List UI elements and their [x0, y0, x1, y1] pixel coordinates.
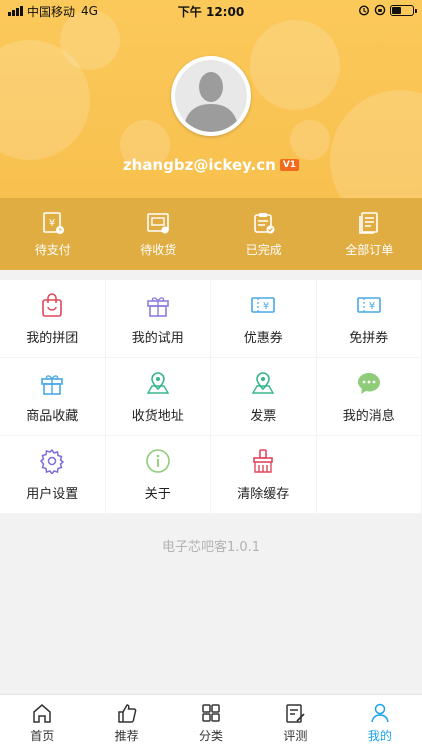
chat-icon: [357, 372, 380, 394]
menu-label: 我的试用: [131, 330, 184, 346]
bottom-tab-bar: 首页 推荐 分类 评测 我的: [0, 694, 422, 750]
menu-favorites[interactable]: 商品收藏: [0, 358, 106, 436]
vip-level-badge: V1: [279, 159, 300, 171]
shopping-bag-icon: [42, 292, 63, 317]
menu-label: 关于: [144, 486, 171, 502]
order-status-bar: ¥ 待支付 待收货 已完成 全部订单: [0, 198, 422, 270]
tab-review[interactable]: 评测: [253, 695, 337, 750]
order-pending-payment[interactable]: ¥ 待支付: [0, 198, 106, 270]
menu-shipping-address[interactable]: 收货地址: [105, 358, 211, 436]
menu-my-trial[interactable]: 我的试用: [105, 280, 211, 358]
status-bar: 中国移动 4G 下午 12:00: [0, 0, 422, 22]
default-avatar-icon: [175, 60, 247, 132]
gift-box-icon: [41, 374, 64, 395]
svg-text:¥: ¥: [49, 218, 55, 229]
coupon-icon: ¥: [251, 296, 276, 313]
menu-free-group-coupons[interactable]: ¥ 免拼券: [316, 280, 422, 358]
tab-label: 分类: [199, 728, 224, 743]
menu-label: 我的消息: [342, 408, 395, 424]
broom-icon: [253, 448, 274, 473]
alarm-icon: [358, 5, 370, 16]
user-email: zhangbz@ickey.cn: [122, 156, 276, 174]
review-icon: [286, 703, 306, 723]
svg-text:¥: ¥: [263, 301, 269, 312]
menu-user-settings[interactable]: 用户设置: [0, 436, 106, 514]
menu-clear-cache[interactable]: 清除缓存: [211, 436, 317, 514]
menu-about[interactable]: 关于: [105, 436, 211, 514]
map-pin-icon: [252, 371, 275, 394]
gear-icon: [40, 448, 65, 474]
menu-label: 收货地址: [131, 408, 184, 424]
user-icon: [371, 703, 389, 722]
avatar[interactable]: [171, 56, 251, 136]
menu-label: 用户设置: [26, 486, 79, 502]
menu-label: 商品收藏: [26, 408, 79, 424]
order-all[interactable]: 全部订单: [317, 198, 422, 270]
receive-icon: [147, 212, 170, 233]
order-label: 待收货: [140, 242, 177, 257]
menu-group-buy[interactable]: 我的拼团: [0, 280, 106, 358]
tab-mine[interactable]: 我的: [338, 695, 422, 750]
tab-label: 我的: [367, 728, 392, 743]
order-label: 已完成: [245, 242, 282, 257]
menu-empty-cell: [316, 436, 422, 514]
menu-label: 清除缓存: [237, 486, 290, 502]
all-orders-icon: [359, 211, 379, 234]
menu-coupons[interactable]: ¥ 优惠券: [211, 280, 317, 358]
menu-invoice[interactable]: 发票: [211, 358, 317, 436]
thumbs-up-icon: [117, 703, 136, 723]
home-icon: [33, 703, 51, 723]
coupon-icon: ¥: [356, 296, 381, 313]
info-icon: [145, 448, 170, 473]
payment-icon: ¥: [42, 211, 64, 234]
category-grid-icon: [202, 703, 220, 722]
profile-header: 中国移动 4G 下午 12:00 zhangbz@ickey.cn V1 ¥ 待…: [0, 0, 422, 270]
tab-label: 推荐: [114, 728, 139, 743]
map-pin-icon: [146, 371, 169, 394]
completed-icon: [253, 212, 275, 233]
gift-icon: [146, 296, 169, 317]
menu-label: 免拼券: [349, 330, 389, 346]
order-label: 待支付: [34, 242, 71, 257]
app-version: 电子芯吧客1.0.1: [161, 540, 261, 555]
order-completed[interactable]: 已完成: [211, 198, 317, 270]
menu-label: 发票: [250, 408, 277, 424]
tab-label: 首页: [30, 728, 55, 743]
battery-icon: [390, 4, 417, 16]
feature-menu-grid: 我的拼团 我的试用 ¥ 优惠券 ¥ 免拼券 商品收藏 收货地址 发票 我的消息 …: [0, 280, 422, 514]
tab-home[interactable]: 首页: [0, 695, 84, 750]
tab-recommend[interactable]: 推荐: [84, 695, 168, 750]
menu-label: 优惠券: [243, 330, 283, 346]
order-label: 全部订单: [345, 242, 394, 257]
order-pending-receipt[interactable]: 待收货: [106, 198, 212, 270]
rotation-lock-icon: [374, 4, 386, 16]
menu-label: 我的拼团: [26, 330, 79, 346]
svg-text:¥: ¥: [369, 301, 375, 312]
tab-label: 评测: [283, 728, 308, 743]
menu-my-messages[interactable]: 我的消息: [316, 358, 422, 436]
tab-category[interactable]: 分类: [169, 695, 253, 750]
